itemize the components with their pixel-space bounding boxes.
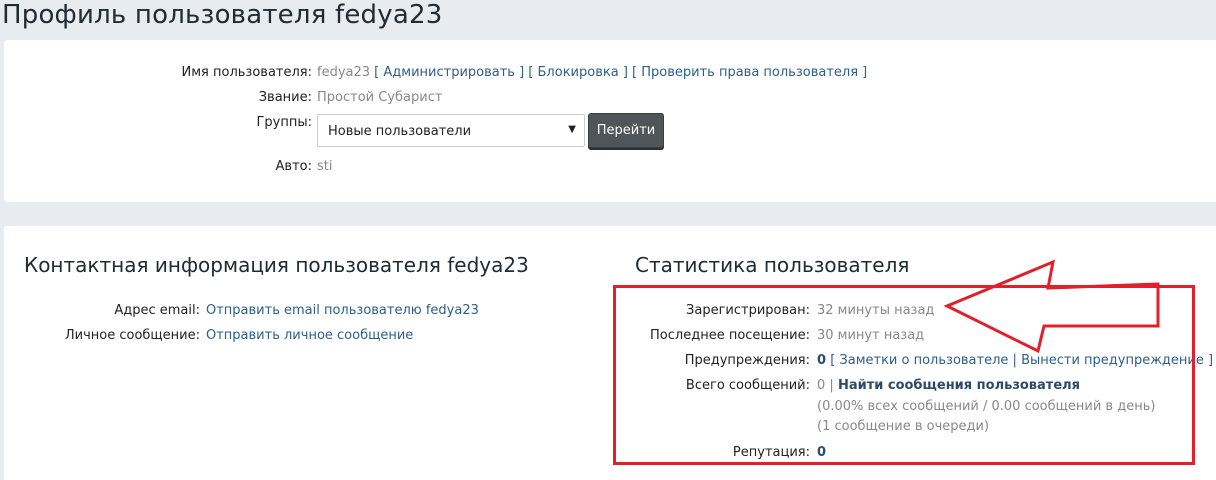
arrow-annotation-icon <box>943 259 1160 354</box>
email-label: Адрес email: <box>114 303 200 318</box>
chevron-down-icon: ▼ <box>568 124 576 135</box>
groups-selected-value: Новые пользователи <box>328 124 472 139</box>
contact-title: Контактная информация пользователя fedya… <box>24 253 529 277</box>
username-row: fedya23 [ Администрировать ] [ Блокировк… <box>317 65 868 80</box>
avatar-label: Авто: <box>275 159 312 174</box>
username-value: fedya23 <box>317 65 371 80</box>
pm-label: Личное сообщение: <box>64 328 200 343</box>
groups-select[interactable]: Новые пользователи ▼ <box>317 114 585 147</box>
page-title: Профиль пользователя fedya23 <box>2 0 443 30</box>
groups-label: Группы: <box>256 115 312 130</box>
go-button[interactable]: Перейти <box>588 113 664 148</box>
block-link[interactable]: Блокировка <box>538 65 619 80</box>
rank-label: Звание: <box>258 90 312 105</box>
check-rights-link[interactable]: Проверить права пользователя <box>641 65 858 80</box>
admin-link[interactable]: Администрировать <box>383 65 515 80</box>
rank-value: Простой Субарист <box>317 90 443 105</box>
pm-link[interactable]: Отправить личное сообщение <box>206 328 413 343</box>
email-link[interactable]: Отправить email пользователю fedya23 <box>206 303 479 318</box>
stats-title: Статистика пользователя <box>635 253 910 277</box>
username-label: Имя пользователя: <box>181 65 312 80</box>
avatar-value: sti <box>317 159 333 174</box>
